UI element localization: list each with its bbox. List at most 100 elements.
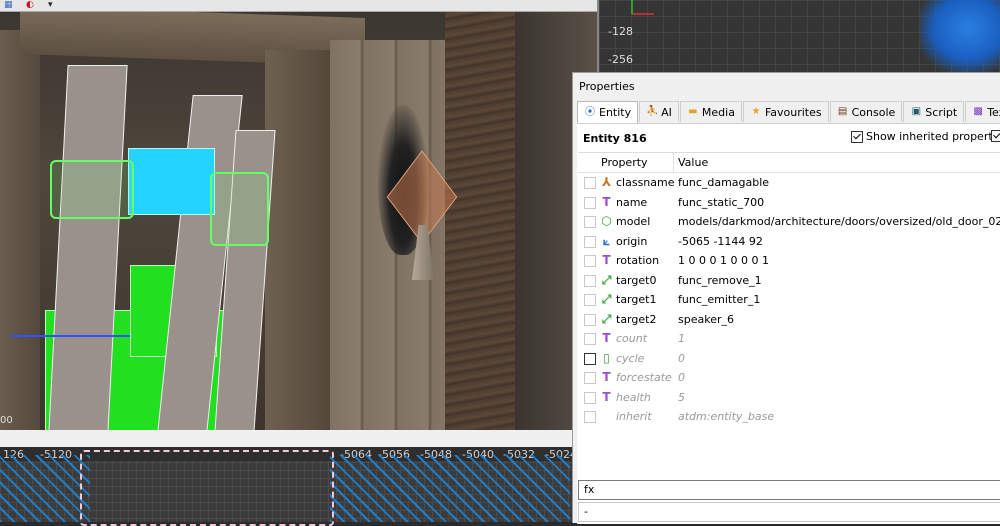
key-input-text: fx: [584, 483, 595, 496]
property-row[interactable]: ⤢ target1 func_emitter_1: [578, 290, 1000, 310]
tab-entity[interactable]: ⦿ Entity: [577, 101, 639, 123]
wireframe-blue-left: [0, 455, 90, 522]
origin-axes-icon: ⟀: [602, 233, 611, 248]
view-header-bar: [0, 430, 572, 448]
panel-title: Properties: [579, 80, 635, 93]
selected-brush-cyan[interactable]: [128, 148, 215, 215]
property-name: cycle: [616, 351, 645, 365]
tab-favourites[interactable]: ★ Favourites: [742, 101, 829, 122]
row-checkbox[interactable]: [584, 177, 596, 189]
grid-toggle-icon[interactable]: ▦: [4, 0, 13, 10]
property-value: -5065 -1144 92: [678, 234, 763, 248]
axis-line: [10, 335, 130, 337]
tab-textures[interactable]: ▩ Textures: [965, 101, 1000, 122]
property-table: Property Value ⅄ classname func_damagabl…: [578, 152, 1000, 475]
text-icon: T: [602, 194, 611, 209]
property-row[interactable]: ⬡ model models/darkmod/architecture/door…: [578, 212, 1000, 232]
selected-entity-wireframe[interactable]: [80, 450, 334, 526]
tab-script[interactable]: ▣ Script: [903, 101, 965, 122]
text-icon: T: [602, 331, 611, 345]
render-mode-icon[interactable]: ◐: [26, 0, 34, 10]
column-divider[interactable]: [673, 153, 674, 172]
entity-icon: ⦿: [585, 106, 595, 118]
row-checkbox[interactable]: [584, 294, 596, 306]
tab-ai[interactable]: ⛹ AI: [639, 101, 679, 122]
value-input-text: -: [584, 505, 588, 518]
column-header-value[interactable]: Value: [678, 156, 708, 169]
tab-media[interactable]: ▬ Media: [679, 101, 742, 122]
property-value: func_damagable: [678, 176, 770, 189]
property-value: 0: [678, 371, 685, 384]
property-value: func_emitter_1: [678, 293, 761, 306]
textures-icon: ▩: [973, 106, 983, 117]
camera-toolbar: ▦ ◐ ▾: [0, 0, 597, 12]
entity-title: Entity 816: [583, 132, 647, 145]
tab-console[interactable]: ▤ Console: [829, 101, 903, 122]
property-name: classname: [616, 176, 675, 189]
property-row[interactable]: ⤢ target2 speaker_6: [578, 310, 1000, 330]
property-row[interactable]: ⅄ classname func_damagable: [578, 173, 1000, 193]
property-value-input[interactable]: -: [578, 502, 1000, 522]
row-checkbox[interactable]: [584, 216, 596, 228]
property-row[interactable]: T rotation 1 0 0 0 1 0 0 0 1: [578, 251, 1000, 271]
property-value: func_remove_1: [678, 273, 762, 287]
hinge-ring-right[interactable]: [210, 172, 269, 246]
viewport-corner-text: 00: [0, 415, 13, 426]
row-checkbox[interactable]: [584, 411, 596, 423]
show-inherited-toggle[interactable]: Show inherited properties: [851, 130, 1000, 143]
show-inherited-label: Show inherited properties: [866, 130, 1000, 143]
ai-icon: ⛹: [646, 106, 659, 117]
property-value: 0: [678, 351, 685, 365]
camera-3d-viewport[interactable]: 00: [0, 0, 597, 430]
property-name: target2: [616, 312, 657, 326]
row-checkbox[interactable]: [584, 255, 596, 267]
row-checkbox[interactable]: [584, 372, 596, 384]
hinge-ring-left[interactable]: [50, 160, 134, 219]
property-name: model: [616, 215, 651, 228]
property-name: rotation: [616, 254, 660, 267]
row-checkbox[interactable]: [584, 235, 596, 248]
column-header-property[interactable]: Property: [601, 156, 648, 169]
property-name: target1: [616, 293, 657, 306]
show-inherited-checkbox[interactable]: [851, 130, 863, 143]
script-icon: ▣: [911, 106, 922, 117]
property-name: origin: [616, 234, 648, 248]
properties-tab-bar: ⦿ Entity ⛹ AI ▬ Media ★ Favourites ▤ Con…: [577, 101, 1000, 123]
tab-label: Textures: [987, 105, 1000, 119]
target-link-icon: ⤢: [601, 311, 612, 326]
property-key-input[interactable]: fx: [578, 480, 1000, 500]
property-row-inherited[interactable]: inherit atdm:entity_base: [578, 407, 1000, 427]
property-name: forcestate: [616, 371, 672, 384]
tab-label: Console: [851, 105, 896, 119]
property-value: 5: [678, 390, 685, 404]
target-link-icon: ⤢: [601, 272, 612, 287]
row-checkbox[interactable]: [584, 333, 596, 345]
property-row[interactable]: T name func_static_700: [578, 193, 1000, 213]
text-icon: T: [602, 389, 611, 404]
wall-left: [0, 30, 40, 430]
property-row-inherited[interactable]: ▯ cycle 0: [578, 349, 1000, 369]
property-name: health: [616, 390, 651, 404]
star-icon: ★: [751, 106, 761, 117]
row-checkbox[interactable]: [584, 391, 596, 404]
text-icon: T: [602, 370, 611, 384]
extra-option-checkbox[interactable]: [991, 130, 1000, 142]
property-row[interactable]: ⟀ origin -5065 -1144 92: [578, 232, 1000, 252]
row-checkbox[interactable]: [584, 313, 596, 326]
dropdown-arrow-icon[interactable]: ▾: [48, 0, 53, 10]
row-checkbox[interactable]: [584, 274, 596, 287]
media-folder-icon: ▬: [688, 106, 698, 117]
property-value: func_static_700: [678, 195, 765, 209]
property-name: target0: [616, 273, 657, 287]
classname-icon: ⅄: [601, 175, 612, 189]
property-row-inherited[interactable]: T count 1: [578, 329, 1000, 349]
model-cube-icon: ⬡: [601, 214, 612, 228]
row-checkbox[interactable]: [584, 196, 596, 209]
row-checkbox[interactable]: [584, 352, 596, 365]
property-row-inherited[interactable]: T forcestate 0: [578, 368, 1000, 388]
property-row-inherited[interactable]: T health 5: [578, 388, 1000, 408]
grid-label-y2: -256: [608, 53, 633, 66]
wireframe-blue-right: [330, 455, 570, 522]
text-icon: T: [602, 253, 611, 267]
property-row[interactable]: ⤢ target0 func_remove_1: [578, 271, 1000, 291]
